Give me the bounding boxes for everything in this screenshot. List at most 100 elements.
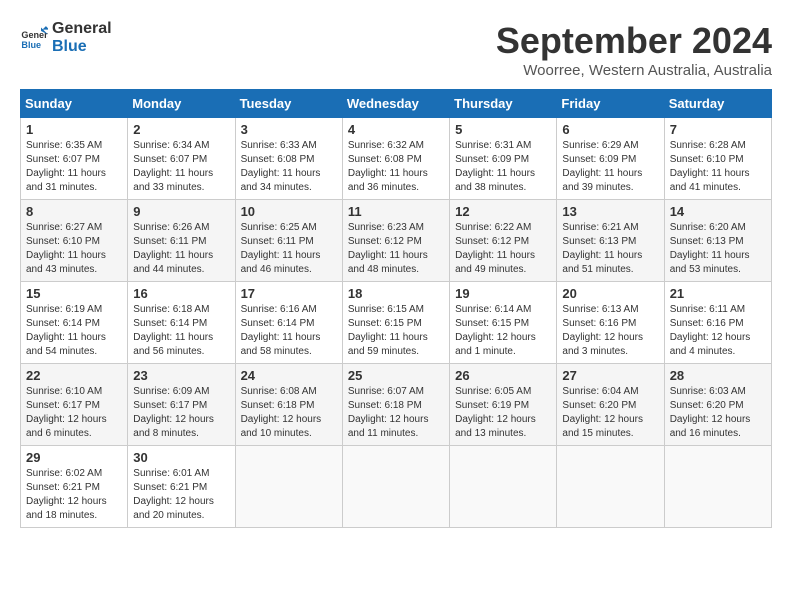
day-number: 7	[670, 122, 766, 137]
day-info: Sunrise: 6:25 AMSunset: 6:11 PMDaylight:…	[241, 222, 321, 275]
day-number: 5	[455, 122, 551, 137]
table-row: 17 Sunrise: 6:16 AMSunset: 6:14 PMDaylig…	[235, 282, 342, 364]
calendar-table: Sunday Monday Tuesday Wednesday Thursday…	[20, 89, 772, 528]
day-number: 23	[133, 368, 229, 383]
logo-line1: General	[52, 20, 112, 38]
table-row: 11 Sunrise: 6:23 AMSunset: 6:12 PMDaylig…	[342, 200, 449, 282]
day-info: Sunrise: 6:16 AMSunset: 6:14 PMDaylight:…	[241, 304, 321, 357]
col-tuesday: Tuesday	[235, 90, 342, 118]
table-row: 4 Sunrise: 6:32 AMSunset: 6:08 PMDayligh…	[342, 118, 449, 200]
table-row: 18 Sunrise: 6:15 AMSunset: 6:15 PMDaylig…	[342, 282, 449, 364]
table-row: 25 Sunrise: 6:07 AMSunset: 6:18 PMDaylig…	[342, 364, 449, 446]
day-info: Sunrise: 6:11 AMSunset: 6:16 PMDaylight:…	[670, 304, 751, 357]
day-info: Sunrise: 6:28 AMSunset: 6:10 PMDaylight:…	[670, 140, 750, 193]
table-row: 27 Sunrise: 6:04 AMSunset: 6:20 PMDaylig…	[557, 364, 664, 446]
day-number: 14	[670, 204, 766, 219]
day-info: Sunrise: 6:13 AMSunset: 6:16 PMDaylight:…	[562, 304, 643, 357]
day-number: 2	[133, 122, 229, 137]
day-number: 27	[562, 368, 658, 383]
day-number: 1	[26, 122, 122, 137]
table-row: 6 Sunrise: 6:29 AMSunset: 6:09 PMDayligh…	[557, 118, 664, 200]
table-row: 15 Sunrise: 6:19 AMSunset: 6:14 PMDaylig…	[21, 282, 128, 364]
table-row	[235, 446, 342, 528]
calendar-week-row: 1 Sunrise: 6:35 AMSunset: 6:07 PMDayligh…	[21, 118, 772, 200]
day-number: 12	[455, 204, 551, 219]
header-row: Sunday Monday Tuesday Wednesday Thursday…	[21, 90, 772, 118]
day-number: 18	[348, 286, 444, 301]
col-friday: Friday	[557, 90, 664, 118]
day-info: Sunrise: 6:14 AMSunset: 6:15 PMDaylight:…	[455, 304, 536, 357]
day-info: Sunrise: 6:34 AMSunset: 6:07 PMDaylight:…	[133, 140, 213, 193]
day-info: Sunrise: 6:18 AMSunset: 6:14 PMDaylight:…	[133, 304, 213, 357]
table-row: 23 Sunrise: 6:09 AMSunset: 6:17 PMDaylig…	[128, 364, 235, 446]
table-row: 13 Sunrise: 6:21 AMSunset: 6:13 PMDaylig…	[557, 200, 664, 282]
table-row	[450, 446, 557, 528]
calendar-week-row: 22 Sunrise: 6:10 AMSunset: 6:17 PMDaylig…	[21, 364, 772, 446]
day-info: Sunrise: 6:05 AMSunset: 6:19 PMDaylight:…	[455, 386, 536, 439]
day-info: Sunrise: 6:22 AMSunset: 6:12 PMDaylight:…	[455, 222, 535, 275]
table-row: 30 Sunrise: 6:01 AMSunset: 6:21 PMDaylig…	[128, 446, 235, 528]
day-info: Sunrise: 6:03 AMSunset: 6:20 PMDaylight:…	[670, 386, 751, 439]
calendar-week-row: 8 Sunrise: 6:27 AMSunset: 6:10 PMDayligh…	[21, 200, 772, 282]
svg-text:Blue: Blue	[21, 40, 41, 50]
day-number: 20	[562, 286, 658, 301]
day-info: Sunrise: 6:08 AMSunset: 6:18 PMDaylight:…	[241, 386, 322, 439]
day-number: 6	[562, 122, 658, 137]
day-number: 29	[26, 450, 122, 465]
logo: General Blue General Blue	[20, 20, 112, 56]
day-number: 16	[133, 286, 229, 301]
table-row: 24 Sunrise: 6:08 AMSunset: 6:18 PMDaylig…	[235, 364, 342, 446]
day-info: Sunrise: 6:35 AMSunset: 6:07 PMDaylight:…	[26, 140, 106, 193]
day-info: Sunrise: 6:23 AMSunset: 6:12 PMDaylight:…	[348, 222, 428, 275]
logo-icon: General Blue	[20, 24, 48, 52]
day-number: 3	[241, 122, 337, 137]
day-number: 22	[26, 368, 122, 383]
day-number: 24	[241, 368, 337, 383]
table-row: 29 Sunrise: 6:02 AMSunset: 6:21 PMDaylig…	[21, 446, 128, 528]
table-row: 21 Sunrise: 6:11 AMSunset: 6:16 PMDaylig…	[664, 282, 771, 364]
table-row: 26 Sunrise: 6:05 AMSunset: 6:19 PMDaylig…	[450, 364, 557, 446]
day-info: Sunrise: 6:07 AMSunset: 6:18 PMDaylight:…	[348, 386, 429, 439]
day-number: 10	[241, 204, 337, 219]
table-row: 3 Sunrise: 6:33 AMSunset: 6:08 PMDayligh…	[235, 118, 342, 200]
day-number: 4	[348, 122, 444, 137]
col-sunday: Sunday	[21, 90, 128, 118]
day-info: Sunrise: 6:01 AMSunset: 6:21 PMDaylight:…	[133, 468, 214, 521]
day-info: Sunrise: 6:31 AMSunset: 6:09 PMDaylight:…	[455, 140, 535, 193]
col-monday: Monday	[128, 90, 235, 118]
day-number: 30	[133, 450, 229, 465]
table-row	[342, 446, 449, 528]
day-info: Sunrise: 6:20 AMSunset: 6:13 PMDaylight:…	[670, 222, 750, 275]
day-number: 19	[455, 286, 551, 301]
month-title: September 2024	[496, 20, 772, 62]
table-row: 7 Sunrise: 6:28 AMSunset: 6:10 PMDayligh…	[664, 118, 771, 200]
table-row: 28 Sunrise: 6:03 AMSunset: 6:20 PMDaylig…	[664, 364, 771, 446]
table-row: 16 Sunrise: 6:18 AMSunset: 6:14 PMDaylig…	[128, 282, 235, 364]
day-number: 25	[348, 368, 444, 383]
table-row: 5 Sunrise: 6:31 AMSunset: 6:09 PMDayligh…	[450, 118, 557, 200]
day-info: Sunrise: 6:19 AMSunset: 6:14 PMDaylight:…	[26, 304, 106, 357]
table-row: 22 Sunrise: 6:10 AMSunset: 6:17 PMDaylig…	[21, 364, 128, 446]
day-number: 15	[26, 286, 122, 301]
table-row	[557, 446, 664, 528]
day-number: 28	[670, 368, 766, 383]
day-info: Sunrise: 6:29 AMSunset: 6:09 PMDaylight:…	[562, 140, 642, 193]
col-thursday: Thursday	[450, 90, 557, 118]
day-info: Sunrise: 6:33 AMSunset: 6:08 PMDaylight:…	[241, 140, 321, 193]
day-number: 21	[670, 286, 766, 301]
day-info: Sunrise: 6:15 AMSunset: 6:15 PMDaylight:…	[348, 304, 428, 357]
day-info: Sunrise: 6:32 AMSunset: 6:08 PMDaylight:…	[348, 140, 428, 193]
table-row: 20 Sunrise: 6:13 AMSunset: 6:16 PMDaylig…	[557, 282, 664, 364]
table-row	[664, 446, 771, 528]
day-info: Sunrise: 6:10 AMSunset: 6:17 PMDaylight:…	[26, 386, 107, 439]
day-info: Sunrise: 6:04 AMSunset: 6:20 PMDaylight:…	[562, 386, 643, 439]
table-row: 1 Sunrise: 6:35 AMSunset: 6:07 PMDayligh…	[21, 118, 128, 200]
day-number: 8	[26, 204, 122, 219]
table-row: 12 Sunrise: 6:22 AMSunset: 6:12 PMDaylig…	[450, 200, 557, 282]
table-row: 2 Sunrise: 6:34 AMSunset: 6:07 PMDayligh…	[128, 118, 235, 200]
day-number: 17	[241, 286, 337, 301]
title-block: September 2024 Woorree, Western Australi…	[496, 20, 772, 79]
day-number: 11	[348, 204, 444, 219]
page-header: General Blue General Blue September 2024…	[20, 20, 772, 79]
logo-line2: Blue	[52, 38, 112, 56]
